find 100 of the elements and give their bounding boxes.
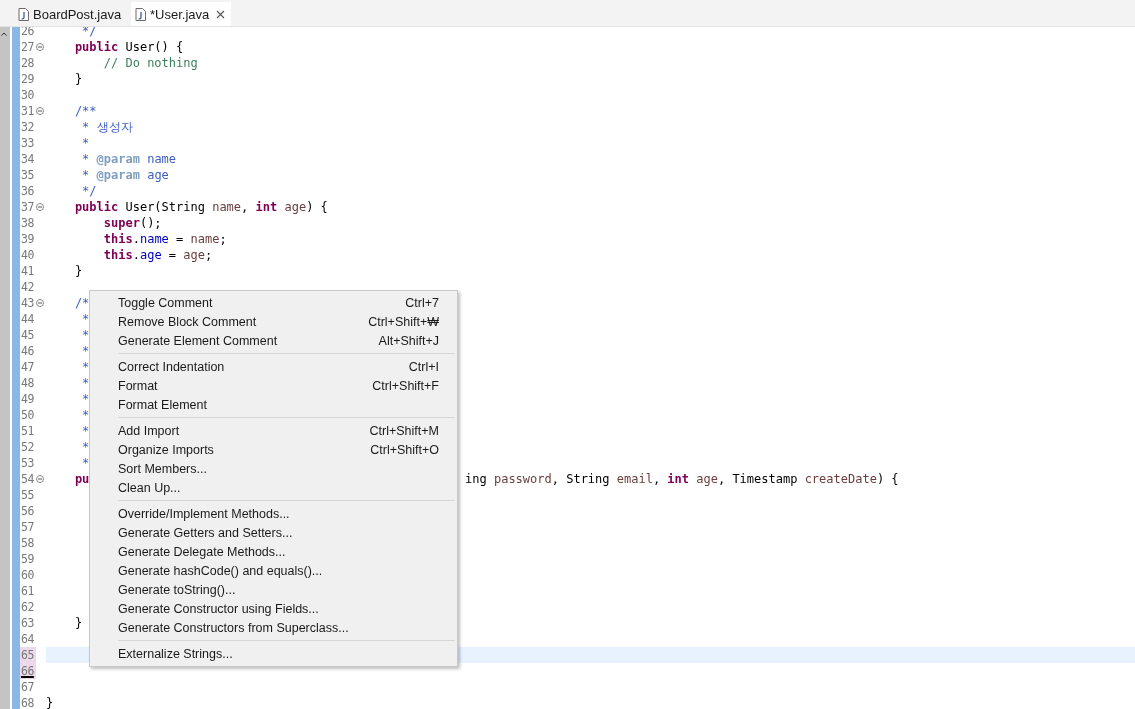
- line-number: 54: [20, 471, 35, 487]
- code-line: public User(String name, int age) {: [73, 199, 328, 215]
- line-number: 33: [20, 135, 35, 151]
- menu-item-label: Clean Up...: [118, 480, 181, 495]
- code-line: *: [81, 359, 90, 375]
- menu-item-label: Generate Constructor using Fields...: [118, 601, 319, 616]
- line-number: 47: [20, 359, 35, 375]
- line-number: 66: [20, 663, 36, 679]
- collapse-icon[interactable]: [36, 43, 44, 51]
- code-line: public User() {: [73, 39, 184, 55]
- close-icon[interactable]: [216, 9, 226, 19]
- line-number: 39: [20, 231, 35, 247]
- menu-item[interactable]: Format Element: [92, 395, 455, 414]
- code-line: *: [81, 327, 90, 343]
- code-line: ing password, String email, int age, Timestamp createDate) {: [465, 471, 899, 487]
- code-line: *: [81, 343, 90, 359]
- line-number: 67: [20, 679, 35, 695]
- line-number: 63: [20, 615, 35, 631]
- menu-item[interactable]: Format Ctrl+Shift+F: [92, 376, 455, 395]
- collapse-icon[interactable]: [36, 203, 44, 211]
- editor-tab[interactable]: *User.java: [131, 2, 232, 26]
- menu-item-label: Generate Getters and Setters...: [118, 525, 293, 540]
- collapse-icon[interactable]: [36, 299, 44, 307]
- tab-label: BoardPost.java: [33, 6, 122, 22]
- menu-item[interactable]: Generate Delegate Methods...: [92, 542, 455, 561]
- menu-item[interactable]: Correct Indentation Ctrl+I: [92, 357, 455, 376]
- code-line: }: [73, 263, 83, 279]
- line-number: 43: [20, 295, 35, 311]
- menu-item[interactable]: Generate Constructors from Superclass...: [92, 618, 455, 637]
- code-line: }: [46, 695, 54, 709]
- line-number: 32: [20, 119, 35, 135]
- shortcut-label: Ctrl+Shift+F: [372, 378, 439, 393]
- menu-item-label: Generate Element Comment: [118, 333, 278, 348]
- code-line: *: [81, 407, 90, 423]
- line-number: 49: [20, 391, 35, 407]
- line-number: 45: [20, 327, 35, 343]
- menu-item[interactable]: Toggle Comment Ctrl+7: [92, 293, 455, 312]
- code-line: *: [81, 423, 90, 439]
- menu-item[interactable]: Generate Constructor using Fields...: [92, 599, 455, 618]
- code-line: /*: [73, 295, 90, 311]
- line-number: 41: [20, 263, 35, 279]
- line-number: 48: [20, 375, 35, 391]
- code-line: this.name = name;: [102, 231, 227, 247]
- code-line: }: [73, 615, 83, 631]
- line-number: 38: [20, 215, 35, 231]
- menu-item[interactable]: Generate hashCode() and equals()...: [92, 561, 455, 580]
- editor-tab[interactable]: BoardPost.java: [14, 2, 130, 26]
- code-line: super();: [102, 215, 162, 231]
- collapse-icon[interactable]: [36, 475, 44, 483]
- code-line: */: [81, 183, 97, 199]
- line-number: 44: [20, 311, 35, 327]
- menu-item-label: Correct Indentation: [118, 359, 225, 374]
- menu-item[interactable]: Generate toString()...: [92, 580, 455, 599]
- tab-label: *User.java: [150, 6, 210, 22]
- code-line: /**: [73, 103, 97, 119]
- code-line: *: [81, 135, 90, 151]
- code-line: *: [81, 391, 90, 407]
- line-number: 28: [20, 55, 35, 71]
- line-number: 31: [20, 103, 35, 119]
- menu-item[interactable]: Add Import Ctrl+Shift+M: [92, 421, 455, 440]
- collapse-icon[interactable]: [36, 107, 44, 115]
- menu-item-label: Generate Delegate Methods...: [118, 544, 286, 559]
- menu-item-label: Format: [118, 378, 158, 393]
- line-number: 59: [20, 551, 35, 567]
- line-number: 26: [20, 27, 35, 39]
- line-number: 37: [20, 199, 35, 215]
- menu-item[interactable]: Remove Block Comment Ctrl+Shift+₩: [92, 312, 455, 331]
- line-number: 50: [20, 407, 35, 423]
- menu-item-label: Remove Block Comment: [118, 314, 257, 329]
- line-number: 56: [20, 503, 35, 519]
- menu-item[interactable]: Sort Members...: [92, 459, 455, 478]
- line-number: 46: [20, 343, 35, 359]
- menu-item[interactable]: Externalize Strings...: [92, 644, 455, 663]
- menu-item[interactable]: Generate Getters and Setters...: [92, 523, 455, 542]
- menu-item-label: Organize Imports: [118, 442, 214, 457]
- code-line: }: [73, 71, 83, 87]
- menu-item-label: Generate toString()...: [118, 582, 236, 597]
- code-line: * @param age: [81, 167, 169, 183]
- line-number: 42: [20, 279, 35, 295]
- line-number: 36: [20, 183, 35, 199]
- menu-item-label: Format Element: [118, 397, 207, 412]
- menu-item[interactable]: Override/Implement Methods...: [92, 504, 455, 523]
- code-line: // Do nothing: [102, 55, 198, 71]
- code-line: *: [81, 439, 90, 455]
- line-number: 60: [20, 567, 35, 583]
- code-line: this.age = age;: [102, 247, 213, 263]
- menu-item[interactable]: Organize Imports Ctrl+Shift+O: [92, 440, 455, 459]
- caret-icon[interactable]: [1, 32, 7, 36]
- menu-item[interactable]: Generate Element Comment Alt+Shift+J: [92, 331, 455, 350]
- code-line: * @param name: [81, 151, 177, 167]
- java-file-icon: [135, 7, 146, 21]
- menu-item-label: Override/Implement Methods...: [118, 506, 290, 521]
- line-number: 52: [20, 439, 35, 455]
- shortcut-label: Ctrl+7: [405, 295, 439, 310]
- line-number: 34: [20, 151, 35, 167]
- code-line: *: [81, 375, 90, 391]
- shortcut-label: Ctrl+Shift+M: [369, 423, 439, 438]
- shortcut-label: Ctrl+Shift+₩: [368, 314, 439, 329]
- menu-item[interactable]: Clean Up...: [92, 478, 455, 497]
- menu-item-label: Sort Members...: [118, 461, 207, 476]
